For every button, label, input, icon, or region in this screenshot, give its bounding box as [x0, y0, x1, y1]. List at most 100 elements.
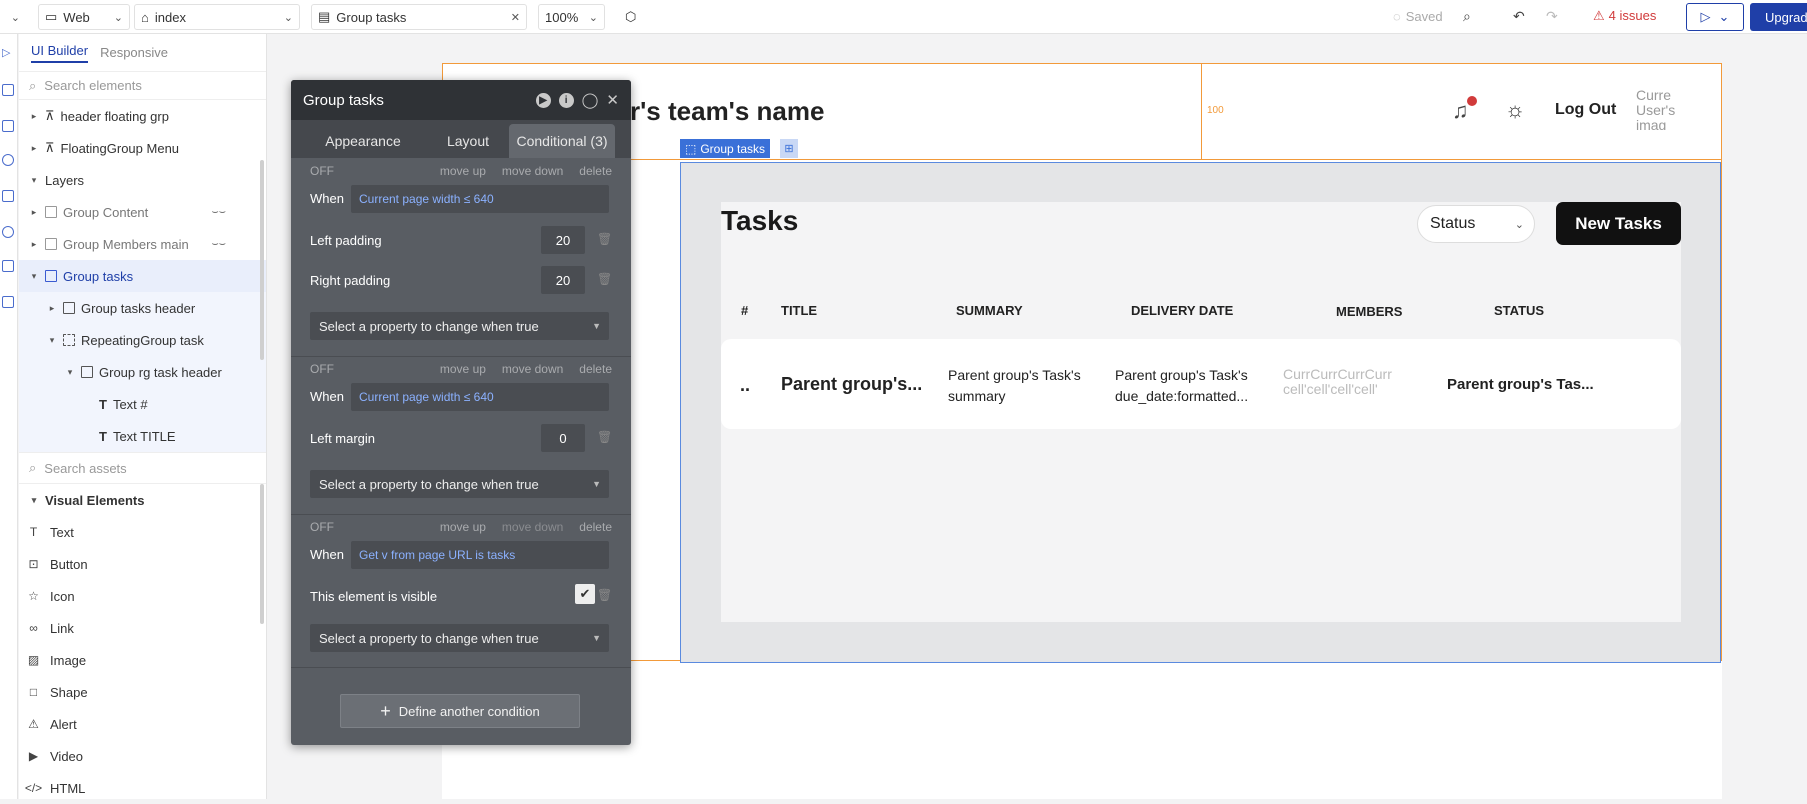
move-up-button[interactable]: move up — [440, 520, 486, 536]
off-toggle[interactable]: OFF — [310, 362, 334, 378]
chevron-down-icon[interactable]: ▾ — [29, 271, 39, 282]
bell-icon[interactable]: ♫ — [1452, 98, 1469, 124]
avatar[interactable]: Curre User's imag — [1636, 88, 1688, 130]
trash-icon[interactable]: 🗑 — [597, 272, 612, 286]
off-toggle[interactable]: OFF — [310, 164, 334, 180]
plugins-icon[interactable] — [2, 190, 14, 202]
hidden-eye-icon[interactable]: ⌣⌣ — [212, 206, 226, 219]
chevron-right-icon[interactable]: ▸ — [29, 239, 39, 250]
workflow-icon[interactable] — [2, 84, 14, 96]
tree-item-group-tasks-header[interactable]: ▸ Group tasks header — [19, 292, 266, 324]
tab-layout[interactable]: Layout — [427, 124, 509, 158]
visible-checkbox[interactable]: ✔ — [575, 584, 595, 604]
close-icon[interactable]: ✕ — [511, 11, 520, 24]
settings-icon[interactable] — [2, 226, 14, 238]
property-select[interactable]: Select a property to change when true ▼ — [310, 470, 609, 498]
ve-html[interactable]: </> HTML — [19, 772, 266, 804]
chevron-right-icon[interactable]: ▸ — [29, 111, 39, 122]
search-elements-input[interactable]: Search elements — [44, 78, 142, 93]
chevron-down-icon[interactable]: ▾ — [47, 335, 57, 346]
search-assets[interactable]: ⌕ Search assets — [19, 452, 266, 484]
team-name-heading[interactable]: r's team's name — [630, 96, 824, 127]
redo-icon[interactable]: ↷ — [1546, 8, 1558, 25]
menu-chevron[interactable]: ⌄ — [0, 4, 26, 30]
ve-alert[interactable]: ⚠ Alert — [19, 708, 266, 740]
move-down-button[interactable]: move down — [502, 164, 563, 180]
issues-button[interactable]: ⚠ 4 issues — [1593, 8, 1656, 24]
styles-icon[interactable] — [2, 154, 14, 166]
ve-icon[interactable]: ☆ Icon — [19, 580, 266, 612]
tree-item-text-title[interactable]: T Text TITLE — [19, 420, 266, 452]
condition-expression[interactable]: Current page width ≤ 640 — [351, 185, 609, 213]
selected-element-tag[interactable]: ⬚ Group tasks — [680, 139, 771, 158]
trash-icon[interactable]: 🗑 — [597, 232, 612, 246]
preview-button[interactable]: ▷ ⌄ — [1686, 3, 1744, 31]
define-another-condition-button[interactable]: + Define another condition — [340, 694, 580, 728]
tab-appearance[interactable]: Appearance — [299, 124, 427, 158]
trash-icon[interactable]: 🗑 — [597, 430, 612, 444]
tab-responsive[interactable]: Responsive — [100, 45, 168, 60]
chevron-down-icon[interactable]: ▾ — [65, 367, 75, 378]
move-up-button[interactable]: move up — [440, 362, 486, 378]
chevron-down-icon[interactable]: ▾ — [29, 175, 39, 186]
left-margin-input[interactable]: 0 — [541, 424, 585, 452]
tree-scrollbar[interactable] — [260, 160, 264, 360]
comment-icon[interactable]: ◯ — [582, 91, 599, 109]
play-icon[interactable]: ▶ — [535, 92, 551, 108]
chevron-right-icon[interactable]: ▸ — [29, 143, 39, 154]
condition-expression[interactable]: Current page width ≤ 640 — [351, 383, 609, 411]
tree-item-repeating-group[interactable]: ▾ RepeatingGroup task — [19, 324, 266, 356]
zoom-select[interactable]: 100% ⌄ — [538, 4, 605, 30]
assets-scrollbar[interactable] — [260, 484, 264, 624]
chevron-down-icon[interactable]: ▾ — [29, 495, 39, 506]
tree-item-text-hash[interactable]: T Text # — [19, 388, 266, 420]
log-out-button[interactable]: Log Out — [1555, 101, 1616, 119]
move-down-button[interactable]: move down — [502, 520, 563, 536]
chevron-right-icon[interactable]: ▸ — [29, 207, 39, 218]
tab-conditional[interactable]: Conditional (3) — [509, 124, 615, 158]
sun-icon[interactable]: ☼ — [1505, 97, 1525, 123]
move-up-button[interactable]: move up — [440, 164, 486, 180]
search-elements[interactable]: ⌕ Search elements — [19, 72, 266, 100]
hierarchy-icon[interactable]: ⊞ — [780, 139, 798, 158]
ve-button[interactable]: ⊡ Button — [19, 548, 266, 580]
delete-button[interactable]: delete — [579, 520, 612, 536]
ve-text[interactable]: T Text — [19, 516, 266, 548]
condition-expression[interactable]: Get v from page URL is tasks — [351, 541, 609, 569]
tree-item-layers[interactable]: ▾ Layers — [19, 164, 266, 196]
new-tasks-button[interactable]: New Tasks — [1556, 202, 1681, 245]
ve-shape[interactable]: □ Shape — [19, 676, 266, 708]
tree-item-floating-menu[interactable]: ▸ ⊼ FloatingGroup Menu — [19, 132, 266, 164]
search-icon[interactable]: ⌕ — [1463, 8, 1471, 25]
tree-item-group-members[interactable]: ▸ Group Members main ⌣⌣ — [19, 228, 266, 260]
tree-item-group-content[interactable]: ▸ Group Content ⌣⌣ — [19, 196, 266, 228]
upgrade-button[interactable]: Upgrad — [1750, 3, 1807, 31]
close-icon[interactable]: ✕ — [606, 91, 619, 109]
element-tab[interactable]: ▤ Group tasks ✕ — [311, 4, 527, 30]
move-down-button[interactable]: move down — [502, 362, 563, 378]
delete-button[interactable]: delete — [579, 362, 612, 378]
search-assets-input[interactable]: Search assets — [44, 461, 126, 476]
chevron-right-icon[interactable]: ▸ — [47, 303, 57, 314]
tree-item-header-floating[interactable]: ▸ ⊼ header floating grp — [19, 100, 266, 132]
page-select[interactable]: ⌂ index ⌄ — [134, 4, 300, 30]
design-icon[interactable]: ▷ — [2, 46, 14, 59]
right-padding-input[interactable]: 20 — [541, 266, 585, 294]
ve-video[interactable]: ▶ Video — [19, 740, 266, 772]
property-select[interactable]: Select a property to change when true ▼ — [310, 624, 609, 652]
ve-image[interactable]: ▨ Image — [19, 644, 266, 676]
property-select[interactable]: Select a property to change when true ▼ — [310, 312, 609, 340]
status-dropdown[interactable]: Status ⌄ — [1417, 205, 1535, 243]
docs-icon[interactable] — [2, 296, 14, 308]
tree-item-rg-header[interactable]: ▾ Group rg task header — [19, 356, 266, 388]
left-padding-input[interactable]: 20 — [541, 226, 585, 254]
undo-icon[interactable]: ↶ — [1513, 8, 1525, 25]
off-toggle[interactable]: OFF — [310, 520, 334, 536]
trash-icon[interactable]: 🗑 — [597, 588, 612, 602]
visual-elements-heading[interactable]: ▾ Visual Elements — [19, 484, 266, 516]
delete-button[interactable]: delete — [579, 164, 612, 180]
info-icon[interactable]: i — [558, 92, 574, 108]
data-icon[interactable] — [2, 120, 14, 132]
platform-select[interactable]: ▭ Web ⌄ — [38, 4, 130, 30]
logs-icon[interactable] — [2, 260, 14, 272]
